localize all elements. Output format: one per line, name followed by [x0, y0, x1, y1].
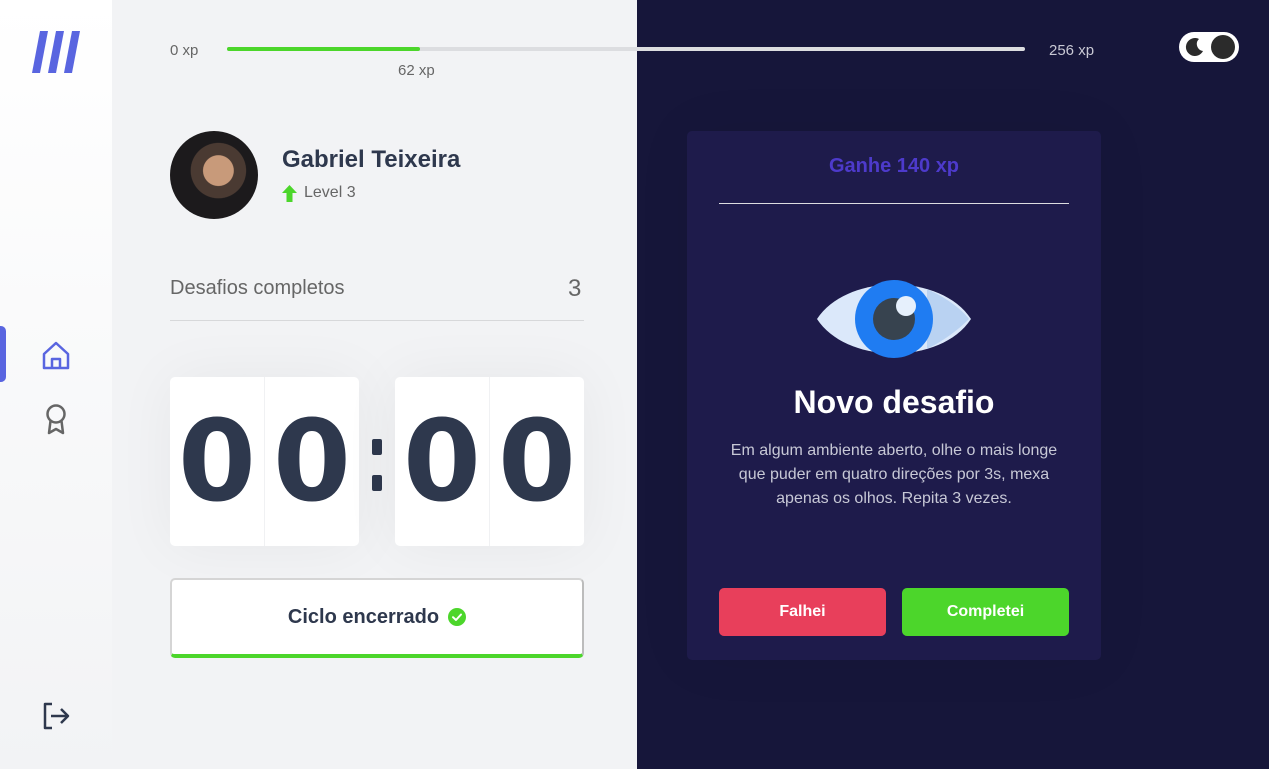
failed-button[interactable]: Falhei — [719, 588, 886, 636]
completed-challenges-label: Desafios completos — [170, 277, 345, 299]
countdown-seconds: 0 0 — [395, 377, 584, 546]
moon-icon — [1185, 38, 1203, 57]
avatar — [170, 131, 258, 219]
theme-toggle[interactable] — [1179, 32, 1239, 62]
challenge-card: Ganhe 140 xp Novo desafio Em algum ambie… — [687, 131, 1101, 660]
cycle-finished-label: Ciclo encerrado — [287, 605, 440, 628]
xp-progress-bar — [227, 47, 1025, 51]
completed-challenges-count: 3 — [568, 275, 582, 302]
completed-button[interactable]: Completei — [902, 588, 1069, 636]
xp-progress-fill — [227, 47, 421, 51]
challenge-reward-header: Ganhe 140 xp — [719, 155, 1069, 204]
check-circle-icon — [448, 608, 467, 626]
second-right-digit: 0 — [489, 377, 584, 546]
minute-right-digit: 0 — [264, 377, 359, 546]
divider — [170, 320, 584, 321]
moveit-logo-icon — [32, 31, 80, 73]
award-icon[interactable] — [40, 403, 72, 435]
eye-icon — [817, 280, 971, 358]
logout-icon[interactable] — [40, 700, 72, 732]
level-up-arrow-icon — [282, 185, 297, 202]
profile-name: Gabriel Teixeira — [282, 146, 461, 173]
minute-left-digit: 0 — [178, 396, 256, 527]
challenge-title: Novo desafio — [793, 384, 995, 420]
colon-dot-top — [372, 439, 382, 455]
second-left-digit: 0 — [403, 396, 481, 527]
xp-start-label: 0 xp — [170, 42, 199, 59]
countdown-colon — [371, 439, 383, 491]
level-text: Level 3 — [304, 184, 356, 201]
challenge-description: Em algum ambiente aberto, olhe o mais lo… — [730, 442, 1058, 507]
active-nav-indicator — [0, 326, 6, 382]
colon-dot-bottom — [372, 475, 382, 491]
cycle-finished-button[interactable]: Ciclo encerrado — [170, 578, 584, 658]
countdown-minutes: 0 0 — [170, 377, 359, 546]
xp-current-label: 62 xp — [398, 62, 435, 79]
toggle-knob — [1211, 35, 1235, 59]
sidebar — [0, 0, 112, 769]
home-icon[interactable] — [40, 340, 72, 372]
xp-end-label: 256 xp — [1049, 42, 1095, 59]
